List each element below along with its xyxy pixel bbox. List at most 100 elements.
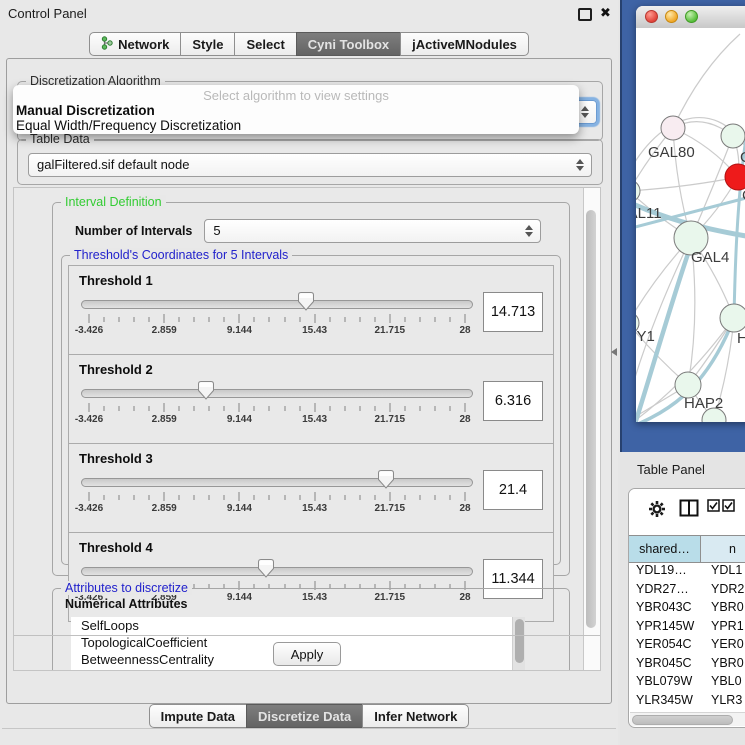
apply-button[interactable]: Apply — [273, 642, 341, 666]
cell-shared-name[interactable]: YLR345W — [629, 693, 701, 707]
slider-thumb[interactable] — [198, 381, 214, 400]
node-label: GAL4 — [691, 249, 729, 266]
cell-name[interactable]: YER0 — [701, 637, 744, 651]
select-none-checkbox-icon[interactable] — [722, 499, 735, 517]
threshold-row: Threshold 3-3.4262.8599.14415.4321.71528… — [68, 443, 554, 533]
slider-ticks — [89, 492, 465, 501]
combo-value: 5 — [213, 223, 220, 238]
table-row[interactable]: YDL19…YDL1 — [629, 561, 745, 580]
horizontal-scrollbar[interactable] — [630, 712, 745, 726]
close-traffic-light[interactable] — [645, 10, 658, 23]
scrollbar-thumb[interactable] — [632, 715, 733, 725]
cell-name[interactable]: YBR0 — [701, 600, 744, 614]
tab-label: Infer Network — [374, 709, 457, 724]
control-panel: Control Panel ✖ Network Style Select Cyn… — [0, 0, 618, 745]
attribute-list-item[interactable]: SelfLoops — [71, 617, 525, 634]
table-row[interactable]: YBR045CYBR0 — [629, 654, 745, 673]
top-tabbar: Network Style Select Cyni Toolbox jActiv… — [0, 32, 618, 56]
table-data-combobox[interactable]: galFiltered.sif default node — [28, 153, 592, 177]
thresholds-group: Threshold's Coordinates for 5 Intervals … — [61, 255, 561, 565]
tab-cyni-toolbox[interactable]: Cyni Toolbox — [296, 32, 401, 56]
slider-thumb[interactable] — [298, 292, 314, 311]
scrollbar-thumb[interactable] — [586, 210, 596, 628]
tab-jactivemnodules[interactable]: jActiveMNodules — [400, 32, 529, 56]
table-row[interactable]: YBR043CYBR0 — [629, 598, 745, 617]
cell-shared-name[interactable]: YBR045C — [629, 656, 701, 670]
table-panel: Table Panel — [620, 452, 745, 745]
group-title: Attributes to discretize — [61, 581, 192, 595]
cell-name[interactable]: YDR2 — [701, 582, 744, 596]
tab-discretize-data[interactable]: Discretize Data — [246, 704, 363, 728]
threshold-slider[interactable]: -3.4262.8599.14415.4321.71528 — [81, 444, 473, 532]
tab-infer-network[interactable]: Infer Network — [362, 704, 469, 728]
combo-value: galFiltered.sif default node — [37, 157, 189, 172]
column-header-shared-name[interactable]: shared… — [629, 536, 701, 562]
cell-name[interactable]: YPR1 — [701, 619, 744, 633]
threshold-slider[interactable]: -3.4262.8599.14415.4321.71528 — [81, 355, 473, 443]
network-view-window[interactable]: GAL80GACGAL11GAL4GCY1HHAP2 — [636, 6, 745, 422]
vertical-scrollbar[interactable] — [583, 188, 600, 670]
dropdown-option-manual-discretization[interactable]: Manual Discretization — [13, 103, 579, 118]
gear-icon[interactable] — [647, 499, 667, 524]
network-node[interactable] — [721, 124, 745, 148]
combo-stepper-icon — [576, 159, 584, 171]
tab-network[interactable]: Network — [89, 32, 181, 56]
threshold-value-field[interactable]: 14.713 — [483, 292, 543, 332]
cell-shared-name[interactable]: YDL19… — [629, 563, 701, 577]
table-row[interactable]: YLR345WYLR3 — [629, 691, 745, 710]
table-row[interactable]: YDR27…YDR2 — [629, 580, 745, 599]
slider-thumb[interactable] — [378, 470, 394, 489]
column-header-name[interactable]: n — [701, 536, 745, 562]
cell-shared-name[interactable]: YBR043C — [629, 600, 701, 614]
select-all-checkbox-icon[interactable] — [707, 499, 720, 517]
node-label: HAP2 — [684, 395, 723, 412]
threshold-value-field[interactable]: 21.4 — [483, 470, 543, 510]
cell-name[interactable]: YBR0 — [701, 656, 744, 670]
cell-name[interactable]: YLR3 — [701, 693, 742, 707]
split-pane-collapse-arrow[interactable] — [611, 348, 617, 356]
right-column: GAL80GACGAL11GAL4GCY1HHAP2 Table Panel — [620, 0, 745, 745]
number-of-intervals-label: Number of Intervals — [75, 224, 192, 238]
cell-shared-name[interactable]: YDR27… — [629, 582, 701, 596]
minimize-traffic-light[interactable] — [665, 10, 678, 23]
threshold-slider[interactable]: -3.4262.8599.14415.4321.71528 — [81, 266, 473, 354]
zoom-traffic-light[interactable] — [685, 10, 698, 23]
table-rows: YDL19…YDL1YDR27…YDR2YBR043CYBR0YPR145WYP… — [629, 561, 745, 728]
split-columns-icon[interactable] — [679, 499, 699, 522]
apply-row: Apply — [14, 635, 600, 670]
cell-shared-name[interactable]: YPR145W — [629, 619, 701, 633]
dropdown-hint: Select algorithm to view settings — [13, 88, 579, 103]
table-row[interactable]: YPR145WYPR1 — [629, 617, 745, 636]
float-window-icon[interactable] — [578, 8, 592, 21]
threshold-row: Threshold 2-3.4262.8599.14415.4321.71528… — [68, 354, 554, 444]
table-row[interactable]: YER054CYER0 — [629, 635, 745, 654]
table-toolbar — [629, 489, 745, 529]
cell-shared-name[interactable]: YER054C — [629, 637, 701, 651]
cell-name[interactable]: YDL1 — [701, 563, 742, 577]
tab-label: Select — [246, 37, 284, 52]
close-icon[interactable]: ✖ — [600, 5, 611, 21]
network-window-titlebar[interactable] — [636, 6, 745, 29]
tab-impute-data[interactable]: Impute Data — [149, 704, 247, 728]
network-node[interactable] — [661, 116, 685, 140]
tab-style[interactable]: Style — [180, 32, 235, 56]
slider-thumb[interactable] — [258, 559, 274, 578]
network-node[interactable] — [720, 304, 745, 332]
network-icon — [101, 36, 113, 53]
table-row[interactable]: YBL079WYBL0 — [629, 672, 745, 691]
settings-scroll-area: Interval Definition Number of Intervals … — [13, 187, 601, 671]
group-title: Threshold's Coordinates for 5 Intervals — [70, 248, 292, 262]
network-canvas[interactable]: GAL80GACGAL11GAL4GCY1HHAP2 — [636, 28, 745, 422]
cell-shared-name[interactable]: YBL079W — [629, 674, 701, 688]
slider-tick-labels: -3.4262.8599.14415.4321.71528 — [89, 503, 465, 515]
cell-name[interactable]: YBL0 — [701, 674, 742, 688]
number-of-intervals-combobox[interactable]: 5 — [204, 219, 541, 243]
threshold-value-field[interactable]: 6.316 — [483, 381, 543, 421]
algorithm-dropdown-popup: Select algorithm to view settings Manual… — [13, 85, 579, 134]
cyni-toolbox-panel: Discretization Algorithm Select algorith… — [6, 58, 612, 704]
threshold-row: Threshold 1-3.4262.8599.14415.4321.71528… — [68, 265, 554, 355]
tab-select[interactable]: Select — [234, 32, 296, 56]
table-panel-inner: shared… n YDL19…YDL1YDR27…YDR2YBR043CYBR… — [628, 488, 745, 728]
combo-stepper-icon — [581, 106, 589, 118]
dropdown-option-equal-width[interactable]: Equal Width/Frequency Discretization — [13, 118, 579, 133]
